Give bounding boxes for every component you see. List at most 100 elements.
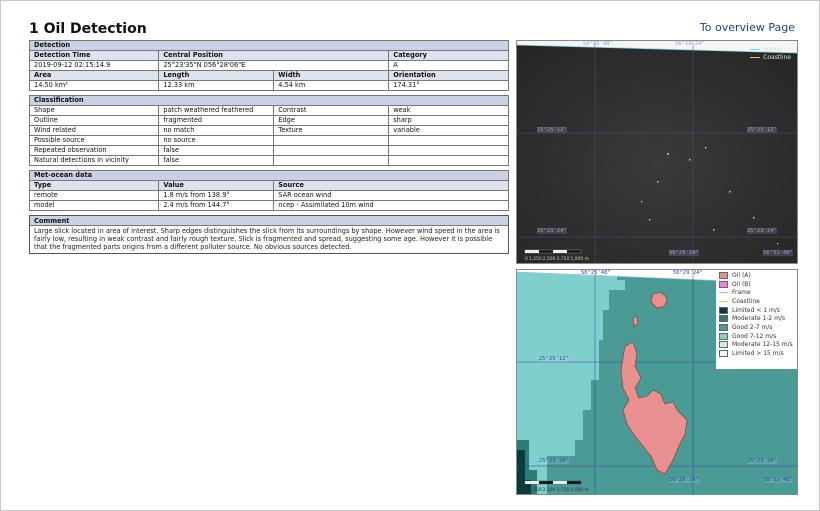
scale-tick: 0 xyxy=(525,257,528,262)
scale-tick: 1,250 xyxy=(528,257,542,262)
scale-tick: 0 xyxy=(525,488,528,493)
table-cell: Shape xyxy=(28,105,160,116)
wind-swatch-icon xyxy=(719,332,728,340)
grid-label: 56°25'48" xyxy=(583,41,613,47)
table-cell: model xyxy=(28,200,160,211)
type-label: Type xyxy=(28,180,160,191)
sar-image: 56°25'48" 56°29'24" 25°25'12" 25°25'12" … xyxy=(516,40,798,264)
scale-tick: 3,750 xyxy=(556,488,570,493)
classification-header: Classification xyxy=(29,95,509,106)
table-cell: remote xyxy=(28,190,160,201)
scale-tick: 2,500 xyxy=(542,257,556,262)
scale-tick: 1,250 xyxy=(528,488,542,493)
area-value: 14.50 km² xyxy=(28,80,160,91)
table-cell: false xyxy=(158,145,275,156)
page-title: 1 Oil Detection xyxy=(29,21,147,37)
table-row: remote 1.8 m/s from 138.9° SAR ocean win… xyxy=(28,190,509,201)
legend-label: Good 2-7 m/s xyxy=(732,323,773,331)
legend-item: Coastline xyxy=(719,297,795,306)
detection-header: Detection xyxy=(29,40,509,51)
metocean-table: Met-ocean data Type Value Source remote … xyxy=(28,170,509,211)
map-legend: Oil (A) Oil (B) Frame Coastline Limited … xyxy=(716,270,797,369)
table-cell: Natural detections in vicinity xyxy=(28,155,160,166)
table-cell: weak xyxy=(388,105,509,116)
legend-item: Limited > 15 m/s xyxy=(719,349,795,358)
orientation-label: Orientation xyxy=(388,70,509,81)
legend-label: Frame xyxy=(763,45,782,53)
table-row: Wind related no match Texture variable xyxy=(28,125,509,136)
scale-tick: 3,750 xyxy=(556,257,570,262)
scale-bar: 0 1,250 2,500 3,750 5,000 m xyxy=(525,488,589,493)
legend-label: Oil (A) xyxy=(732,271,751,279)
line-swatch-icon xyxy=(750,48,761,50)
left-panel: Detection Detection Time Central Positio… xyxy=(28,40,509,254)
legend-label: Moderate 1-2 m/s xyxy=(732,315,786,323)
legend-label: Coastline xyxy=(732,297,760,305)
wind-swatch-icon xyxy=(719,315,728,323)
grid-label: 56°29'24" xyxy=(669,250,699,256)
wind-swatch-icon xyxy=(719,341,728,349)
legend-item: Good 2-7 m/s xyxy=(719,323,795,332)
table-cell xyxy=(273,135,390,146)
width-label: Width xyxy=(273,70,390,81)
table-row: Possible source no source xyxy=(28,135,509,146)
source-label: Source xyxy=(273,180,509,191)
table-cell: 1.8 m/s from 138.9° xyxy=(158,190,275,201)
classification-table: Classification Shape patch weathered fea… xyxy=(28,95,509,166)
table-cell: patch weathered feathered xyxy=(158,105,275,116)
legend-label: Limited < 1 m/s xyxy=(732,306,780,314)
line-swatch-icon xyxy=(750,56,761,58)
grid-label: 56°31'48" xyxy=(763,250,793,256)
table-cell: Contrast xyxy=(273,105,390,116)
frame-line-icon xyxy=(719,292,728,294)
length-value: 12.33 km xyxy=(158,80,275,91)
table-row: Repeated observation false xyxy=(28,145,509,156)
detection-time-label: Detection Time xyxy=(28,50,160,61)
central-position-label: Central Position xyxy=(158,50,390,61)
metocean-header: Met-ocean data xyxy=(29,170,509,181)
table-cell: Texture xyxy=(273,125,390,136)
table-cell: SAR ocean wind xyxy=(273,190,509,201)
legend-item: Frame xyxy=(750,45,791,53)
legend-label: Coastline xyxy=(763,53,791,61)
legend-label: Oil (B) xyxy=(732,280,751,288)
table-cell xyxy=(388,155,509,166)
scale-tick: 5,000 m xyxy=(570,488,589,493)
comment-header: Comment xyxy=(30,216,508,226)
oil-a-swatch-icon xyxy=(719,271,728,279)
grid-label: 56°31'48" xyxy=(763,477,793,483)
comment-box: Comment Large slick located in area of i… xyxy=(29,215,509,254)
detection-table: Detection Detection Time Central Positio… xyxy=(28,40,509,91)
scale-tick: 2,500 xyxy=(542,488,556,493)
legend-label: Frame xyxy=(732,289,751,297)
comment-text: Large slick located in area of interest.… xyxy=(34,227,500,251)
table-cell: no source xyxy=(158,135,275,146)
legend-item: Oil (B) xyxy=(719,280,795,289)
table-cell: sharp xyxy=(388,115,509,126)
grid-label: 25°25'12" xyxy=(539,356,569,362)
table-cell: fragmented xyxy=(158,115,275,126)
grid-label: 25°25'12" xyxy=(537,127,567,133)
grid-label: 25°23'24" xyxy=(537,228,567,234)
orientation-value: 174.31° xyxy=(388,80,509,91)
category-value: A xyxy=(388,60,509,71)
wind-swatch-icon xyxy=(719,323,728,331)
grid-label: 56°29'24" xyxy=(675,41,705,47)
overview-link[interactable]: To overview Page xyxy=(700,21,795,34)
table-cell: variable xyxy=(388,125,509,136)
grid-label: 25°25'12" xyxy=(747,127,777,133)
table-cell xyxy=(388,145,509,156)
table-cell: ncep - Assimilated 10m wind xyxy=(273,200,509,211)
table-row: Natural detections in vicinity false xyxy=(28,155,509,166)
grid-label: 56°25'48" xyxy=(581,270,611,276)
table-row: Shape patch weathered feathered Contrast… xyxy=(28,105,509,116)
table-cell: false xyxy=(158,155,275,166)
central-position-value: 25°23'35"N 056°28'06"E xyxy=(158,60,390,71)
category-label: Category xyxy=(388,50,509,61)
scale-bar: 0 1,250 2,500 3,750 5,000 m xyxy=(525,257,589,262)
legend-label: Good 7-12 m/s xyxy=(732,332,777,340)
sar-legend: Frame Coastline xyxy=(750,45,791,61)
coastline-line-icon xyxy=(719,300,728,302)
wind-swatch-icon xyxy=(719,306,728,314)
table-cell xyxy=(273,145,390,156)
